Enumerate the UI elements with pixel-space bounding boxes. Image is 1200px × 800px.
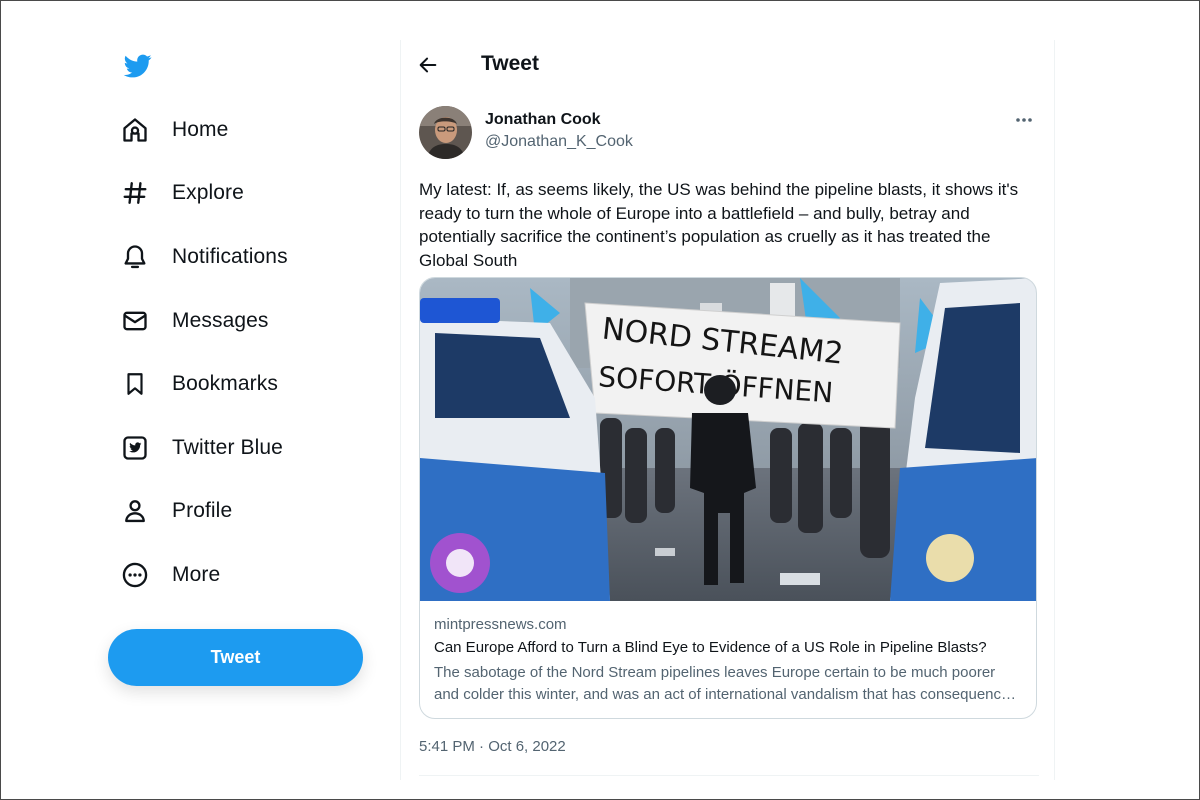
back-button[interactable] (417, 54, 443, 78)
arrow-left-icon (419, 57, 437, 73)
nav-item-explore[interactable]: Explore (108, 162, 368, 226)
primary-nav: Home Explore Notifications Messages Book… (108, 98, 368, 607)
link-card-domain: mintpressnews.com (434, 616, 567, 633)
divider (419, 775, 1039, 776)
nav-label-profile: Profile (172, 499, 233, 523)
compose-tweet-button[interactable]: Tweet (108, 629, 363, 686)
author-name[interactable]: Jonathan Cook (485, 111, 601, 129)
nav-label-explore: Explore (172, 181, 244, 205)
link-card-image: NORD STREAM2 SOFORT ÖFFNEN (420, 278, 1036, 601)
nav-label-twitter-blue: Twitter Blue (172, 435, 283, 459)
nav-item-notifications[interactable]: Notifications (108, 225, 368, 289)
tweet-timestamp[interactable]: 5:41 PM · Oct 6, 2022 (419, 738, 566, 755)
link-card-title: Can Europe Afford to Turn a Blind Eye to… (434, 639, 987, 656)
main-column: Tweet Jonathan Cook @Jonathan_K_Cook My … (400, 40, 1055, 780)
author-handle[interactable]: @Jonathan_K_Cook (485, 133, 633, 151)
avatar[interactable] (419, 106, 472, 159)
tweet-text: My latest: If, as seems likely, the US w… (419, 180, 1019, 270)
hashtag-icon (120, 178, 150, 208)
link-card-description: The sabotage of the Nord Stream pipeline… (434, 664, 1017, 703)
twitter-blue-icon (120, 433, 150, 463)
bell-icon (120, 242, 150, 272)
nav-item-bookmarks[interactable]: Bookmarks (108, 352, 368, 416)
more-horizontal-icon (1016, 118, 1032, 122)
nav-item-home[interactable]: Home (108, 98, 368, 162)
nav-item-profile[interactable]: Profile (108, 480, 368, 544)
home-icon (120, 115, 150, 145)
nav-item-more[interactable]: More (108, 543, 368, 607)
page-title: Tweet (481, 52, 539, 75)
nav-label-more: More (172, 562, 221, 586)
more-circle-icon (120, 560, 150, 590)
twitter-bird-icon[interactable] (122, 52, 154, 80)
nav-label-messages: Messages (172, 308, 269, 332)
tweet-more-button[interactable] (1013, 110, 1039, 130)
bookmark-icon (120, 369, 150, 399)
nav-item-messages[interactable]: Messages (108, 289, 368, 353)
nav-item-twitter-blue[interactable]: Twitter Blue (108, 416, 368, 480)
nav-label-bookmarks: Bookmarks (172, 372, 278, 396)
person-icon (120, 496, 150, 526)
nav-label-notifications: Notifications (172, 244, 288, 268)
nav-label-home: Home (172, 117, 229, 141)
link-card[interactable]: NORD STREAM2 SOFORT ÖFFNEN mintpressnews… (419, 277, 1037, 719)
page-header: Tweet (401, 40, 1054, 92)
envelope-icon (120, 306, 150, 336)
